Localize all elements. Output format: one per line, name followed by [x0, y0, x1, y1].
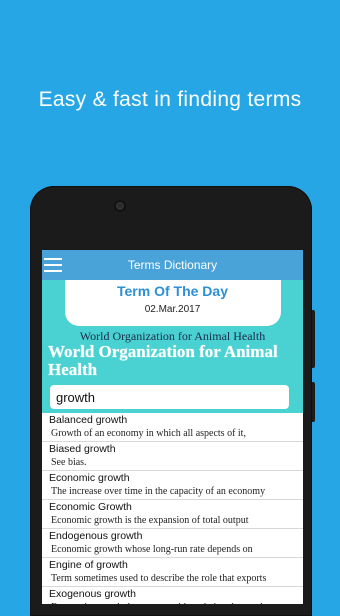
phone-volume-button — [312, 310, 315, 368]
result-definition: Term sometimes used to describe the role… — [51, 573, 267, 584]
list-item[interactable]: Endogenous growth Economic growth whose l… — [42, 528, 303, 557]
phone-power-button — [312, 382, 315, 422]
term-of-day-card[interactable]: Term Of The Day 02.Mar.2017 — [64, 280, 281, 326]
result-definition: Growth of an economy in which all aspect… — [51, 428, 246, 439]
promo-headline: Easy & fast in finding terms — [38, 88, 302, 111]
result-term: Endogenous growth — [49, 530, 143, 542]
result-definition: See bias. — [51, 457, 87, 468]
result-definition: Economic growth is the expansion of tota… — [51, 515, 249, 526]
result-definition: The increase over time in the capacity o… — [51, 486, 266, 497]
result-term: Exogenous growth — [49, 588, 136, 600]
list-item[interactable]: Balanced growth Growth of an economy in w… — [42, 413, 303, 441]
term-of-day-term-small[interactable]: World Organization for Animal Health — [42, 330, 303, 342]
list-item[interactable]: Engine of growth Term sometimes used to d… — [42, 557, 303, 586]
app-title: Terms Dictionary — [127, 258, 218, 272]
result-term: Biased growth — [49, 443, 116, 455]
result-term: Engine of growth — [49, 559, 128, 571]
list-item[interactable]: Biased growth See bias. — [42, 441, 303, 470]
camera-icon — [114, 200, 126, 212]
term-of-day-section: Term Of The Day 02.Mar.2017 World Organi… — [42, 280, 303, 413]
result-term: Balanced growth — [49, 414, 128, 426]
term-of-day-term[interactable]: World Organization for Animal Health — [42, 343, 303, 379]
result-definition: Economic growth whose long-run rate depe… — [51, 544, 253, 555]
list-item[interactable]: Economic growth The increase over time in… — [42, 470, 303, 499]
result-term: Economic growth — [49, 472, 130, 484]
term-of-day-date: 02.Mar.2017 — [144, 304, 201, 315]
list-item[interactable]: Exogenous growthEconomic growth that occ… — [42, 586, 303, 604]
result-term: Economic Growth — [49, 501, 132, 513]
list-item[interactable]: Economic Growth Economic growth is the ex… — [42, 499, 303, 528]
search-bar — [42, 379, 303, 413]
app-bar: Terms Dictionary — [42, 250, 303, 280]
term-of-day-heading: Term Of The Day — [117, 283, 228, 299]
app-screen: Terms Dictionary Term Of The Day 02.Mar.… — [42, 250, 303, 604]
results-list: Balanced growth Growth of an economy in w… — [42, 413, 303, 604]
search-input[interactable] — [50, 385, 289, 409]
